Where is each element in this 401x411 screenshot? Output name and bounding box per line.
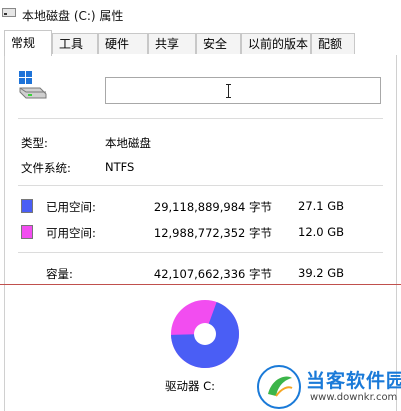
- used-space-bytes: 29,118,889,984 字节: [153, 200, 272, 214]
- free-space-bytes: 12,988,772,352 字节: [153, 226, 272, 240]
- type-label: 类型:: [21, 136, 48, 150]
- tab-security[interactable]: 安全: [196, 33, 241, 54]
- tab-strip: 常规 工具 硬件 共享 安全 以前的版本 配额: [4, 30, 397, 56]
- separator: [18, 118, 383, 119]
- used-space-label: 已用空间:: [46, 200, 96, 214]
- tab-hardware[interactable]: 硬件: [98, 33, 148, 54]
- watermark-text: 当客软件园: [306, 370, 401, 392]
- tab-tools[interactable]: 工具: [52, 33, 98, 54]
- type-value: 本地磁盘: [105, 136, 151, 150]
- title-bar: 本地磁盘 (C:) 属性: [0, 0, 401, 30]
- donut-hole: [194, 323, 216, 345]
- used-space-size: 27.1 GB: [298, 199, 345, 213]
- capacity-label: 容量:: [46, 267, 73, 281]
- used-space-swatch: [21, 199, 33, 213]
- tab-general[interactable]: 常规: [4, 30, 52, 56]
- file-system-value: NTFS: [105, 160, 135, 174]
- disk-usage-donut: [171, 300, 239, 368]
- drive-caption: 驱动器 C:: [165, 379, 216, 393]
- capacity-size: 39.2 GB: [298, 266, 345, 280]
- text-cursor-icon: [226, 84, 231, 98]
- divider-line: [0, 284, 401, 285]
- separator: [18, 185, 383, 186]
- hard-drive-icon: [19, 71, 47, 99]
- free-space-size: 12.0 GB: [298, 225, 345, 239]
- tab-previous-versions[interactable]: 以前的版本: [241, 33, 311, 54]
- tab-sharing[interactable]: 共享: [148, 33, 196, 54]
- separator: [18, 252, 383, 253]
- free-space-swatch: [21, 225, 33, 239]
- file-system-label: 文件系统:: [21, 161, 71, 175]
- drive-icon: [2, 8, 16, 17]
- tab-quota[interactable]: 配额: [311, 33, 355, 54]
- capacity-bytes: 42,107,662,336 字节: [153, 267, 272, 281]
- watermark-url: www.downkr.com: [310, 392, 398, 403]
- free-space-label: 可用空间:: [46, 226, 96, 240]
- window-title: 本地磁盘 (C:) 属性: [22, 9, 124, 23]
- drive-name-input[interactable]: [105, 77, 381, 104]
